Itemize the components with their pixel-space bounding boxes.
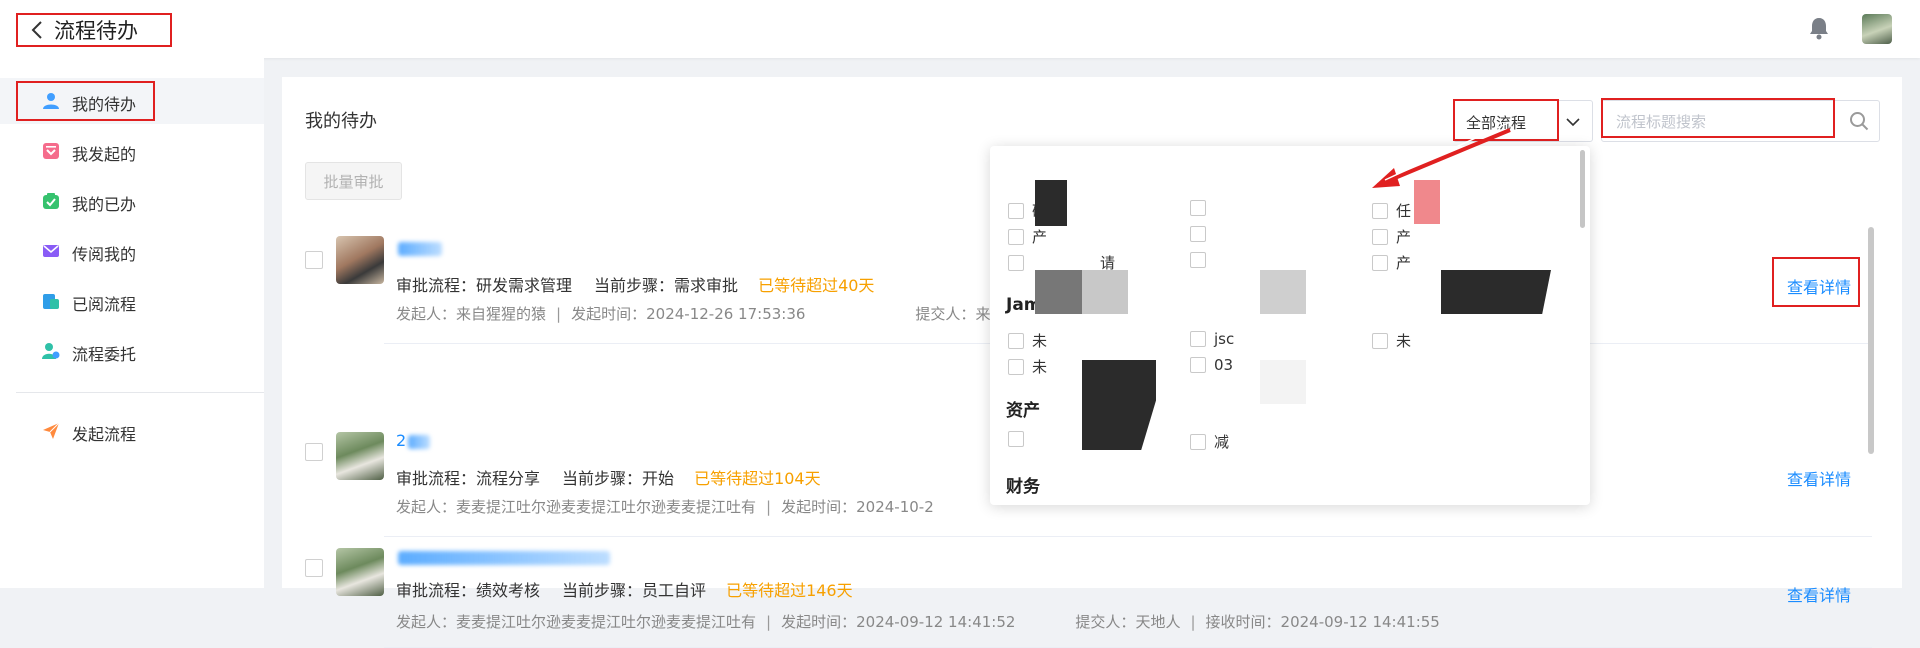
option-checkbox[interactable] <box>1190 200 1206 216</box>
redaction-mask <box>1441 270 1551 314</box>
dropdown-group-title: 财务 <box>1006 477 1040 497</box>
row-checkbox[interactable] <box>305 559 323 577</box>
sidebar-item-circulated[interactable]: 传阅我的 <box>0 228 264 274</box>
sidebar: 我的待办 我发起的 我的已办 传阅我的 已阅流程 流程委托 发起流程 <box>0 58 264 588</box>
row-checkbox[interactable] <box>305 443 323 461</box>
redaction-mask <box>1035 180 1067 226</box>
option-checkbox[interactable] <box>1372 254 1388 271</box>
row-title[interactable] <box>396 547 610 566</box>
dropdown-option[interactable] <box>1008 431 1032 447</box>
dropdown-option[interactable]: 未 <box>1372 330 1411 351</box>
wait-warning: 已等待超过40天 <box>758 276 875 295</box>
avatar <box>336 236 384 284</box>
redaction-mask <box>1260 360 1306 404</box>
dropdown-option[interactable]: 减 <box>1190 431 1229 452</box>
row-meta-line: 发起人：麦麦提江吐尔逊麦麦提江吐尔逊麦麦提江吐有 | 发起时间：2024-09-12… <box>396 613 1440 631</box>
read-icon <box>42 292 60 310</box>
dropdown-option[interactable]: 未 <box>1008 356 1047 377</box>
done-bag-icon <box>42 192 60 210</box>
dropdown-group-title: 资产 <box>1006 401 1040 421</box>
avatar <box>336 548 384 596</box>
inbox-out-icon <box>42 142 60 160</box>
row-title[interactable] <box>396 238 442 257</box>
dropdown-option[interactable]: 03 <box>1190 356 1233 374</box>
chevron-down-icon[interactable] <box>1565 114 1581 133</box>
option-checkbox[interactable] <box>1008 332 1024 349</box>
sidebar-item-start-process[interactable]: 发起流程 <box>0 408 264 454</box>
redaction-mask <box>1414 180 1440 224</box>
dropdown-option[interactable]: 产 <box>1372 252 1411 273</box>
section-title: 我的待办 <box>305 111 377 132</box>
bell-icon[interactable] <box>1808 16 1830 44</box>
annotation-box-filter <box>1453 99 1559 141</box>
sidebar-item-label: 已阅流程 <box>72 295 137 314</box>
blurred-title <box>398 550 610 565</box>
sidebar-item-label: 流程委托 <box>72 345 137 364</box>
sidebar-item-done[interactable]: 我的已办 <box>0 178 264 224</box>
paper-plane-icon <box>42 422 60 440</box>
row-meta-line: 发起人：来自猩猩的猿|发起时间：2024-12-26 17:53:36提交人：来… <box>396 305 1005 323</box>
option-checkbox[interactable] <box>1372 202 1388 219</box>
option-checkbox[interactable] <box>1190 331 1206 347</box>
dropdown-option[interactable] <box>1190 226 1214 242</box>
option-checkbox[interactable] <box>1372 228 1388 245</box>
sidebar-item-label: 我的已办 <box>72 195 137 214</box>
sidebar-item-label: 我发起的 <box>72 145 137 164</box>
delegate-icon <box>42 342 60 360</box>
row-title[interactable]: 2 <box>396 431 431 450</box>
option-checkbox[interactable] <box>1190 357 1206 373</box>
sidebar-item-delegate[interactable]: 流程委托 <box>0 328 264 374</box>
option-checkbox[interactable] <box>1008 431 1024 447</box>
sidebar-divider <box>16 392 264 393</box>
mail-icon <box>42 242 60 260</box>
option-checkbox[interactable] <box>1190 252 1206 268</box>
dropdown-option[interactable] <box>1190 200 1214 216</box>
dropdown-option[interactable]: 任 <box>1372 200 1411 221</box>
wait-warning: 已等待超过146天 <box>726 581 853 600</box>
sidebar-item-initiated[interactable]: 我发起的 <box>0 128 264 174</box>
annotation-box-sidebar <box>16 81 155 121</box>
annotation-box-detail <box>1772 257 1860 307</box>
dropdown-option[interactable]: 产 <box>1372 226 1411 247</box>
page-title: 流程待办 <box>54 19 138 43</box>
search-icon[interactable] <box>1849 111 1869 135</box>
option-checkbox[interactable] <box>1008 358 1024 375</box>
blurred-title <box>408 434 431 449</box>
row-checkbox[interactable] <box>305 251 323 269</box>
blurred-title <box>398 241 442 256</box>
option-checkbox[interactable] <box>1190 433 1206 450</box>
redaction-mask <box>1082 270 1128 314</box>
dropdown-scrollbar[interactable] <box>1580 150 1585 228</box>
option-checkbox[interactable] <box>1008 202 1024 219</box>
sidebar-item-read[interactable]: 已阅流程 <box>0 278 264 324</box>
option-checkbox[interactable] <box>1190 226 1206 242</box>
option-checkbox[interactable] <box>1008 254 1024 271</box>
option-checkbox[interactable] <box>1372 332 1388 349</box>
dropdown-option[interactable] <box>1190 252 1214 268</box>
process-filter-dropdown: 研 产 请 任 产 产 Jame 未 未 jsc 03 未 资产 减 财务 <box>990 146 1590 505</box>
user-avatar[interactable] <box>1862 14 1892 44</box>
dropdown-option[interactable]: jsc <box>1190 330 1234 348</box>
batch-approve-button[interactable]: 批量审批 <box>305 162 402 200</box>
annotation-box-search <box>1601 98 1835 138</box>
view-detail-link[interactable]: 查看详情 <box>1787 582 1851 606</box>
sidebar-item-label: 发起流程 <box>72 425 137 444</box>
row-process-line: 审批流程：绩效考核 当前步骤：员工自评 已等待超过146天 <box>396 581 853 600</box>
dropdown-option[interactable]: 未 <box>1008 330 1047 351</box>
page-scrollbar[interactable] <box>1868 227 1874 454</box>
sidebar-item-label: 传阅我的 <box>72 245 137 264</box>
redaction-mask <box>1082 360 1156 450</box>
dropdown-option[interactable]: 产 <box>1008 226 1047 247</box>
redaction-mask <box>1260 270 1306 314</box>
chevron-left-icon[interactable] <box>24 20 50 40</box>
top-header: 流程待办 <box>0 0 1920 58</box>
row-process-line: 审批流程：研发需求管理 当前步骤：需求审批 已等待超过40天 <box>396 276 875 295</box>
option-checkbox[interactable] <box>1008 228 1024 245</box>
back-button[interactable]: 流程待办 <box>16 13 172 47</box>
